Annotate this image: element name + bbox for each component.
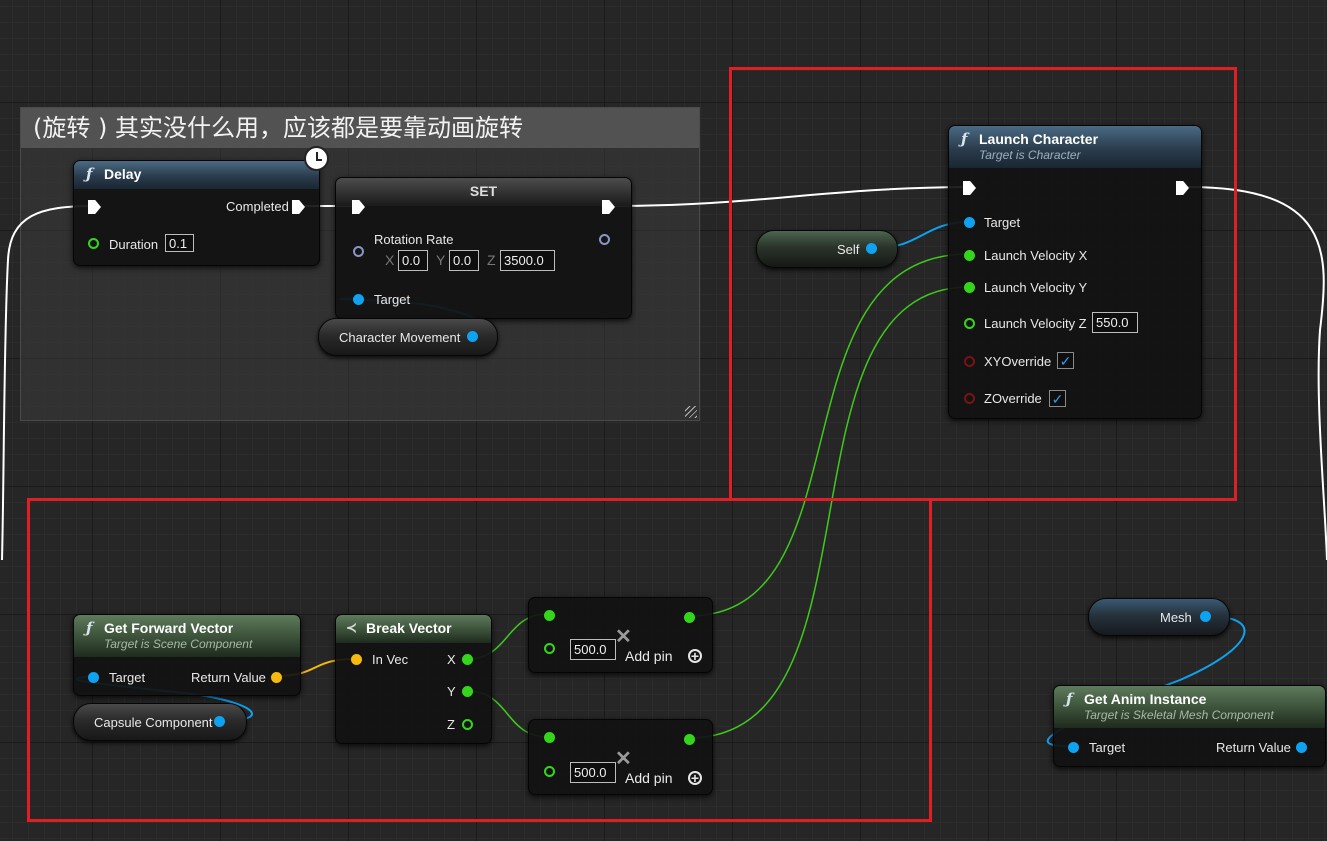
- function-icon: ƒ: [86, 165, 93, 183]
- delay-duration-pin[interactable]: [88, 238, 99, 249]
- anim-return-label: Return Value: [1216, 740, 1291, 755]
- get-anim-instance-subtitle: Target is Skeletal Mesh Component: [1084, 708, 1274, 722]
- highlight-box-vector: [27, 498, 932, 822]
- character-movement-out-pin[interactable]: [467, 331, 478, 342]
- delay-exec-in-pin[interactable]: [88, 200, 101, 214]
- mesh-node[interactable]: Mesh: [1088, 598, 1230, 636]
- get-anim-instance-node[interactable]: ƒ Get Anim Instance Target is Skeletal M…: [1053, 685, 1326, 767]
- character-movement-node[interactable]: Character Movement: [318, 318, 498, 356]
- delay-title: Delay: [104, 166, 142, 182]
- rotation-rate-label: Rotation Rate: [374, 232, 454, 247]
- set-title: SET: [469, 183, 498, 199]
- set-header: SET: [336, 178, 631, 206]
- rotation-z-axis-label: Z: [487, 252, 496, 268]
- set-node[interactable]: SET Rotation Rate X 0.0 Y 0.0 Z 3500.0 T…: [335, 177, 632, 319]
- rotation-y-axis-label: Y: [436, 252, 446, 268]
- rotation-rate-out-pin[interactable]: [599, 234, 610, 245]
- rotation-z-field[interactable]: 3500.0: [500, 250, 555, 271]
- latent-clock-icon: [304, 146, 329, 171]
- mesh-out-pin[interactable]: [1200, 611, 1211, 622]
- anim-return-pin[interactable]: [1296, 742, 1307, 753]
- set-target-pin[interactable]: [353, 294, 364, 305]
- set-target-label: Target: [374, 292, 411, 307]
- delay-completed-label: Completed: [226, 199, 289, 214]
- delay-node[interactable]: ƒ Delay Completed Duration 0.1: [73, 160, 320, 266]
- delay-header: ƒ Delay: [74, 161, 319, 189]
- resize-grip-icon[interactable]: [685, 406, 697, 418]
- rotation-x-field[interactable]: 0.0: [398, 250, 428, 271]
- get-anim-instance-title: Get Anim Instance: [1084, 691, 1207, 707]
- rotation-rate-in-pin[interactable]: [353, 246, 364, 257]
- comment-title[interactable]: (旋转 ) 其实没什么用，应该都是要靠动画旋转: [21, 108, 699, 148]
- function-icon: ƒ: [1066, 690, 1073, 708]
- anim-target-label: Target: [1089, 740, 1126, 755]
- anim-target-pin[interactable]: [1068, 742, 1079, 753]
- character-movement-label: Character Movement: [339, 330, 461, 345]
- delay-completed-pin[interactable]: [292, 200, 305, 214]
- highlight-box-launch: [729, 67, 1237, 501]
- delay-duration-label: Duration: [109, 237, 159, 252]
- mesh-label: Mesh: [1160, 610, 1192, 625]
- delay-duration-field[interactable]: 0.1: [165, 234, 194, 252]
- get-anim-instance-header: ƒ Get Anim Instance Target is Skeletal M…: [1054, 686, 1325, 728]
- rotation-y-field[interactable]: 0.0: [449, 250, 479, 271]
- rotation-x-axis-label: X: [385, 252, 395, 268]
